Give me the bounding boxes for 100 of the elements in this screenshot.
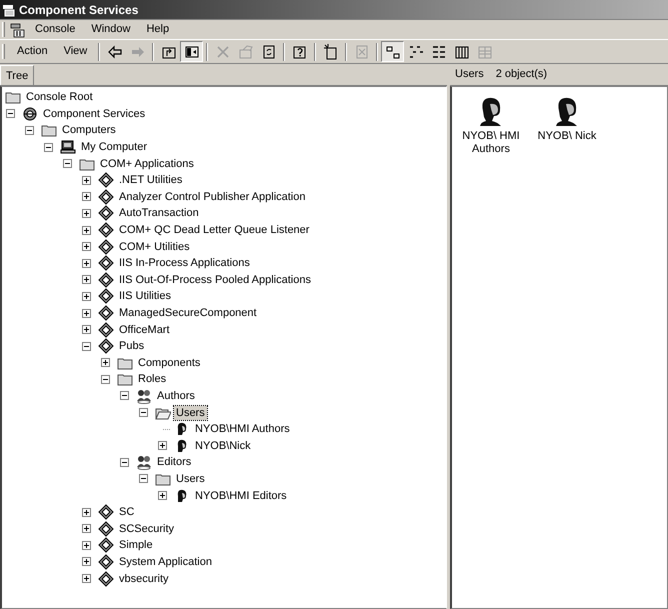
tree-item[interactable]: IIS Out-Of-Process Pooled Applications (117, 272, 313, 287)
package-icon (98, 537, 114, 554)
details-view-icon (454, 44, 470, 60)
collapse-icon[interactable] (6, 109, 15, 118)
window-title: Component Services (19, 2, 138, 18)
tree-item[interactable]: Pubs (117, 339, 146, 354)
tree-item[interactable]: Simple (117, 538, 155, 552)
tree-item[interactable]: Component Services (41, 106, 148, 121)
expand-icon[interactable] (158, 491, 167, 500)
menu-item[interactable]: Help (138, 20, 178, 39)
tree-item[interactable]: IIS Utilities (117, 289, 173, 304)
tree-item[interactable]: Authors (155, 388, 197, 403)
expand-icon[interactable] (82, 524, 91, 534)
package-icon (98, 238, 114, 255)
user-label[interactable]: NYOB\ HMI Authors (460, 130, 522, 156)
refresh-icon (260, 44, 277, 60)
console-icon (9, 22, 27, 38)
expand-icon[interactable] (101, 358, 110, 368)
package-icon (98, 570, 114, 587)
export-list-icon (354, 44, 370, 60)
expand-icon[interactable] (82, 242, 91, 252)
collapse-icon[interactable] (120, 391, 129, 400)
expand-icon[interactable] (82, 308, 91, 318)
package-icon (98, 272, 114, 288)
menu-item[interactable]: Window (83, 20, 138, 39)
tree-item[interactable]: ManagedSecureComponent (117, 306, 259, 320)
tree-item[interactable]: Users (174, 472, 207, 486)
tree-item[interactable]: SC (117, 505, 136, 520)
tree-item[interactable]: Components (136, 356, 202, 370)
expand-icon[interactable] (82, 540, 91, 550)
tree-pane-button[interactable] (180, 41, 204, 62)
collapse-icon[interactable] (25, 126, 34, 135)
tree-item[interactable]: NYOB\Nick (193, 438, 253, 453)
computer-icon (60, 139, 76, 156)
tree-item[interactable]: COM+ QC Dead Letter Queue Listener (117, 223, 312, 238)
expand-icon[interactable] (82, 192, 91, 202)
people-icon (136, 454, 152, 470)
collapse-icon[interactable] (44, 142, 53, 152)
properties-icon (238, 44, 254, 60)
tree-item[interactable]: System Application (117, 554, 214, 569)
expand-icon[interactable] (82, 325, 91, 334)
tree-item[interactable]: COM+ Utilities (117, 240, 192, 254)
expand-icon[interactable] (82, 557, 91, 566)
tree-item[interactable]: SCSecurity (117, 522, 176, 536)
expand-icon[interactable] (82, 275, 91, 284)
expand-icon[interactable] (82, 292, 91, 301)
menu-item[interactable]: Action (9, 42, 56, 61)
menu-item[interactable]: View (56, 42, 96, 61)
package-icon (98, 504, 114, 520)
package-icon (98, 288, 114, 304)
expand-icon[interactable] (82, 176, 91, 185)
small-icons-icon (408, 44, 424, 60)
tree-item[interactable]: Users (174, 406, 207, 420)
tree-item[interactable]: Analyzer Control Publisher Application (117, 190, 308, 204)
package-icon (98, 222, 114, 238)
collapse-icon[interactable] (82, 342, 91, 351)
expand-icon[interactable] (82, 574, 91, 584)
tree-item[interactable]: My Computer (79, 140, 150, 154)
tree-item[interactable]: Editors (155, 455, 194, 470)
help-icon (292, 44, 308, 60)
tree-item[interactable]: vbsecurity (117, 572, 171, 586)
tree-pane-icon (184, 44, 200, 60)
tree-item[interactable]: COM+ Applications (98, 156, 196, 171)
expand-icon[interactable] (82, 258, 91, 268)
package-icon (98, 322, 114, 338)
expand-icon[interactable] (82, 208, 91, 218)
tree-tab[interactable]: Tree (0, 65, 34, 85)
object-count: 2 object(s) (496, 67, 548, 82)
people-icon (136, 388, 152, 404)
expand-icon[interactable] (158, 441, 167, 450)
package-icon (98, 554, 114, 570)
package-icon (98, 188, 114, 205)
list-view-icon (430, 44, 447, 60)
collapse-icon[interactable] (139, 408, 148, 418)
expand-icon[interactable] (82, 226, 91, 235)
collapse-icon[interactable] (120, 458, 129, 467)
large-icons-icon (384, 44, 401, 60)
globe-icon (22, 106, 38, 122)
tree-item[interactable]: Roles (136, 372, 168, 386)
tree-item[interactable]: Computers (60, 123, 118, 138)
tree-item[interactable]: NYOB\HMI Editors (193, 488, 289, 503)
delete-icon (214, 44, 231, 60)
package-icon (98, 255, 114, 272)
tree-item[interactable]: Console Root (24, 90, 95, 104)
package-icon (98, 205, 114, 222)
tree-item[interactable]: OfficeMart (117, 322, 172, 337)
collapse-icon[interactable] (101, 374, 110, 384)
tree-item[interactable]: IIS In-Process Applications (117, 256, 252, 270)
collapse-icon[interactable] (63, 159, 72, 168)
expand-icon[interactable] (82, 508, 91, 517)
package-icon (98, 305, 114, 322)
tree-item[interactable]: .NET Utilities (117, 173, 184, 188)
package-icon (98, 520, 114, 537)
user-label[interactable]: NYOB\ Nick (538, 130, 596, 143)
collapse-icon[interactable] (139, 474, 148, 484)
tree-item[interactable]: NYOB\HMI Authors (193, 422, 292, 436)
tree-item[interactable]: AutoTransaction (117, 206, 201, 220)
menu-item[interactable]: Console (27, 20, 84, 39)
new-window-icon (322, 44, 339, 60)
package-icon (98, 338, 114, 354)
